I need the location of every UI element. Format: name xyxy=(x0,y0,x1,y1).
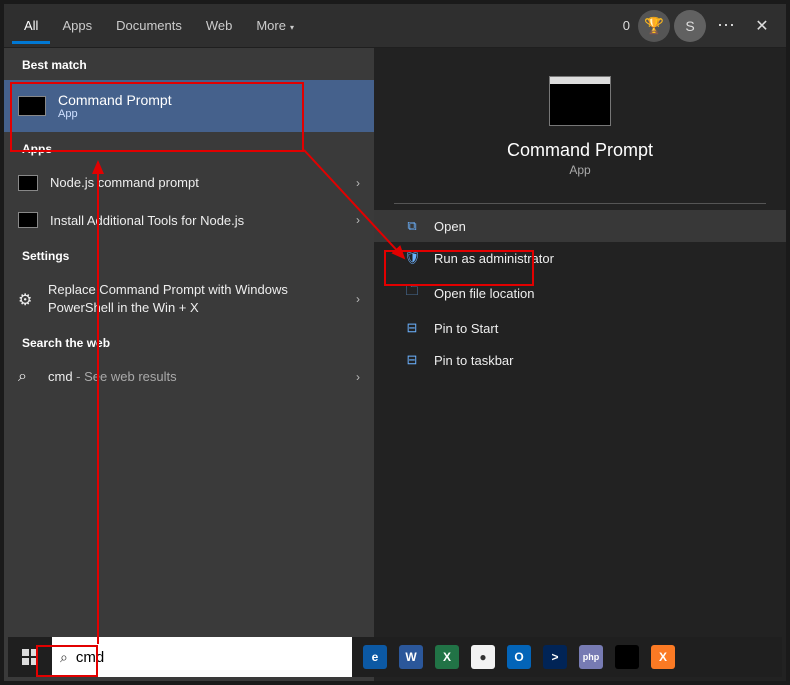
taskbar-icon-powershell[interactable]: > xyxy=(538,637,572,677)
search-icon: ⌕ xyxy=(60,649,68,666)
more-options-icon[interactable]: ⋯ xyxy=(710,10,742,42)
trophy-icon[interactable]: 🏆 xyxy=(638,10,670,42)
apps-item-node-tools[interactable]: Install Additional Tools for Node.js › xyxy=(4,202,374,240)
tab-web[interactable]: Web xyxy=(194,8,245,44)
preview-pane: Command Prompt App ⧉ Open 🛡 Run as admin… xyxy=(374,48,786,681)
section-apps: Apps xyxy=(4,132,374,164)
tab-all[interactable]: All xyxy=(12,8,50,44)
topbar: All Apps Documents Web More▾ 0 🏆 S ⋯ ✕ xyxy=(4,4,786,48)
chevron-right-icon[interactable]: › xyxy=(346,370,360,384)
search-input[interactable] xyxy=(76,649,344,666)
results-pane: Best match Command Prompt App Apps Node.… xyxy=(4,48,374,681)
taskbar-icon-xampp[interactable]: X xyxy=(646,637,680,677)
taskbar-icon-edge[interactable]: e xyxy=(358,637,392,677)
avatar[interactable]: S xyxy=(674,10,706,42)
best-match-title: Command Prompt xyxy=(58,92,172,108)
preview-thumb-icon xyxy=(549,76,611,126)
folder-icon: 🗀 xyxy=(404,282,420,304)
search-icon: ⌕ xyxy=(18,368,36,386)
action-pin-start[interactable]: ⊟ Pin to Start xyxy=(374,312,786,344)
action-open-location[interactable]: 🗀 Open file location xyxy=(374,274,786,312)
section-settings: Settings xyxy=(4,239,374,271)
action-run-admin[interactable]: 🛡 Run as administrator xyxy=(374,242,786,274)
web-item-cmd[interactable]: ⌕ cmd - See web results › xyxy=(4,358,374,396)
taskbar-search[interactable]: ⌕ xyxy=(52,637,352,677)
tab-apps[interactable]: Apps xyxy=(50,8,104,44)
preview-subtitle: App xyxy=(569,163,590,177)
best-match-item[interactable]: Command Prompt App xyxy=(4,80,374,132)
shield-icon: 🛡 xyxy=(404,250,420,266)
action-open[interactable]: ⧉ Open xyxy=(374,210,786,242)
cmd-icon xyxy=(18,212,38,228)
tab-documents[interactable]: Documents xyxy=(104,8,194,44)
taskbar-icon-outlook[interactable]: O xyxy=(502,637,536,677)
open-icon: ⧉ xyxy=(404,218,420,234)
taskbar-icon-chrome[interactable]: ● xyxy=(466,637,500,677)
divider xyxy=(394,203,766,204)
pin-icon: ⊟ xyxy=(404,320,420,336)
cmd-thumb-icon xyxy=(18,96,46,116)
pin-icon: ⊟ xyxy=(404,352,420,368)
chevron-right-icon[interactable]: › xyxy=(346,292,360,306)
chevron-right-icon[interactable]: › xyxy=(346,213,360,227)
start-button[interactable] xyxy=(8,637,52,677)
section-web: Search the web xyxy=(4,326,374,358)
taskbar-icon-php[interactable]: php xyxy=(574,637,608,677)
windows-logo-icon xyxy=(22,649,38,665)
section-best-match: Best match xyxy=(4,48,374,80)
preview-title: Command Prompt xyxy=(507,140,653,161)
apps-item-node-cmd[interactable]: Node.js command prompt › xyxy=(4,164,374,202)
tab-more[interactable]: More▾ xyxy=(244,8,306,44)
taskbar-icon-cmd[interactable] xyxy=(610,637,644,677)
taskbar-icon-word[interactable]: W xyxy=(394,637,428,677)
close-icon[interactable]: ✕ xyxy=(746,10,778,42)
taskbar-icon-excel[interactable]: X xyxy=(430,637,464,677)
action-pin-taskbar[interactable]: ⊟ Pin to taskbar xyxy=(374,344,786,376)
chevron-down-icon: ▾ xyxy=(290,23,294,32)
rewards-count: 0 xyxy=(623,18,630,33)
chevron-right-icon[interactable]: › xyxy=(346,176,360,190)
best-match-subtitle: App xyxy=(58,108,172,120)
settings-item-replace-cmd[interactable]: ⚙ Replace Command Prompt with Windows Po… xyxy=(4,271,374,326)
taskbar: ⌕ eWX●O>phpX xyxy=(8,637,782,677)
cmd-icon xyxy=(18,175,38,191)
gear-icon: ⚙ xyxy=(18,290,36,308)
